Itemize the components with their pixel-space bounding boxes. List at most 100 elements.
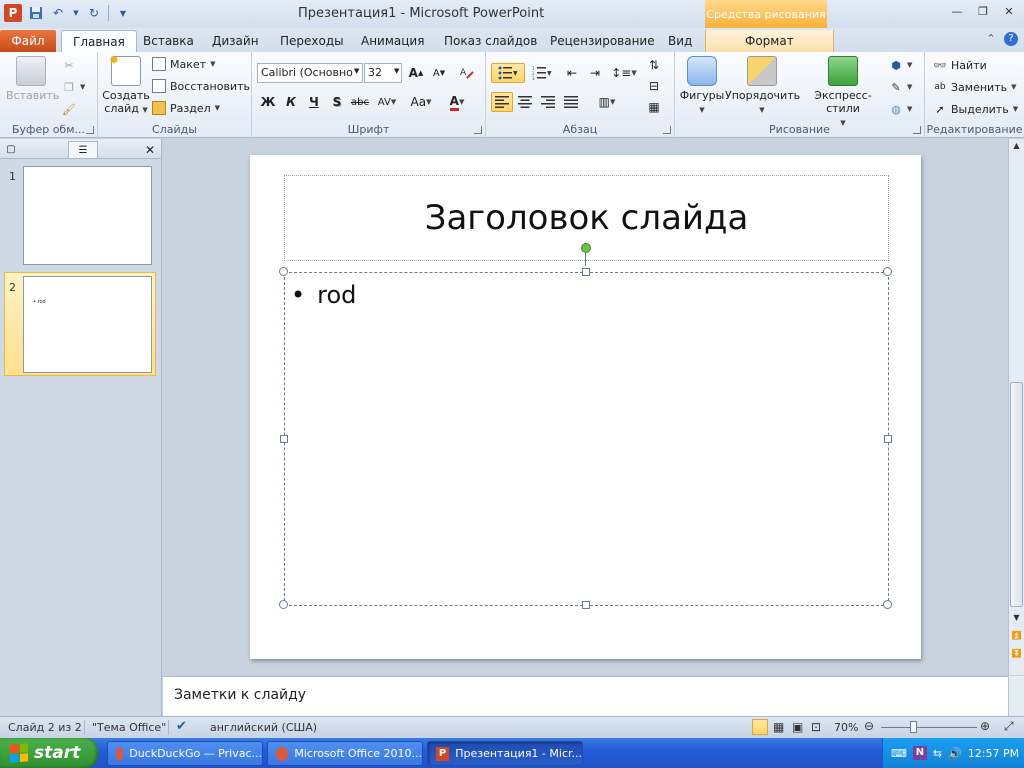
align-text-icon[interactable]: ⊟	[643, 76, 665, 96]
rotation-handle[interactable]	[581, 243, 591, 253]
replace-button[interactable]: ab Заменить ▼	[933, 78, 1016, 96]
resize-handle-bottom-right[interactable]	[883, 600, 892, 609]
copy-icon[interactable]: ❐ ▼	[62, 78, 85, 96]
tab-file[interactable]: Файл	[0, 30, 56, 52]
font-launcher-icon[interactable]	[474, 126, 482, 134]
font-name-dropdown-icon[interactable]: ▼	[354, 67, 359, 75]
save-icon[interactable]	[28, 5, 44, 21]
underline-button[interactable]: Ч	[303, 92, 325, 112]
keyboard-icon[interactable]: ⌨	[891, 747, 907, 760]
resize-handle-top-right[interactable]	[883, 267, 892, 276]
notes-pane[interactable]: Заметки к слайду	[163, 676, 1008, 716]
slide-thumbnail-1[interactable]	[23, 166, 152, 265]
tab-insert[interactable]: Вставка	[143, 30, 194, 52]
slide-title[interactable]: Заголовок слайда	[425, 198, 749, 238]
select-button[interactable]: ➚ Выделить ▼	[933, 100, 1018, 118]
slide-sorter-icon[interactable]: ▦	[773, 720, 784, 734]
change-case-button[interactable]: Aa ▼	[410, 92, 432, 112]
new-slide-button[interactable]: ✸ Создать слайд ▼	[102, 54, 150, 117]
shapes-button[interactable]: Фигуры ▼	[679, 56, 725, 117]
zoom-level[interactable]: 70%	[834, 721, 858, 734]
close-icon[interactable]: ✕	[1002, 5, 1016, 19]
columns-icon[interactable]: ▥ ▼	[592, 92, 622, 112]
minimize-icon[interactable]: —	[950, 5, 964, 19]
clear-formatting-icon[interactable]: A	[456, 63, 478, 83]
zoom-slider[interactable]	[881, 727, 977, 728]
section-button[interactable]: Раздел ▼	[152, 99, 220, 117]
taskbar-button-browser[interactable]: DuckDuckGo — Privac...	[107, 741, 263, 766]
grow-font-button[interactable]: A ▲	[405, 63, 427, 83]
network-icon[interactable]: ⇆	[933, 747, 942, 760]
scroll-down-icon[interactable]: ▼	[1009, 611, 1024, 625]
scrollbar-thumb[interactable]	[1010, 382, 1023, 607]
slideshow-view-icon[interactable]: ⊡	[811, 720, 821, 734]
shrink-font-button[interactable]: A ▼	[428, 63, 450, 83]
paragraph-launcher-icon[interactable]	[663, 126, 671, 134]
shape-effects-icon[interactable]: ◍ ▼	[889, 100, 912, 118]
shadow-button[interactable]: S	[326, 92, 348, 112]
decrease-indent-icon[interactable]: ⇤	[561, 63, 583, 83]
align-left-icon[interactable]	[491, 92, 513, 112]
find-button[interactable]: 👓 Найти	[933, 56, 987, 74]
powerpoint-icon[interactable]: P	[4, 4, 22, 22]
italic-button[interactable]: К	[280, 92, 302, 112]
clipboard-launcher-icon[interactable]	[86, 126, 94, 134]
resize-handle-top[interactable]	[582, 268, 590, 276]
normal-view-icon[interactable]	[752, 719, 768, 735]
language-status[interactable]: английский (США)	[210, 721, 317, 734]
notes-placeholder[interactable]: Заметки к слайду	[174, 687, 306, 703]
reading-view-icon[interactable]: ▣	[792, 720, 803, 734]
bullet-item[interactable]: • rod	[291, 281, 356, 309]
fit-to-window-icon[interactable]: ⤢	[1004, 719, 1014, 734]
resize-handle-right[interactable]	[884, 435, 892, 443]
strikethrough-button[interactable]: abc	[349, 92, 371, 112]
shape-outline-icon[interactable]: ✎ ▼	[889, 78, 912, 96]
shape-fill-icon[interactable]: ⬢ ▼	[889, 56, 912, 74]
close-panel-icon[interactable]: ✕	[142, 141, 158, 158]
tab-design[interactable]: Дизайн	[212, 30, 259, 52]
start-button[interactable]: start	[0, 738, 98, 768]
outline-tab-icon[interactable]: ☰	[68, 141, 98, 158]
bullets-button[interactable]: ▼	[491, 63, 525, 83]
collapse-ribbon-icon[interactable]: ⌃	[984, 32, 998, 46]
layout-button[interactable]: Макет ▼	[152, 55, 215, 73]
notes-scrollbar[interactable]	[1008, 676, 1024, 716]
redo-icon[interactable]: ↻	[86, 5, 102, 21]
content-placeholder[interactable]: • rod	[284, 272, 889, 606]
taskbar-button-powerpoint[interactable]: P Презентация1 - Micr...	[427, 741, 583, 766]
tab-review[interactable]: Рецензирование	[550, 30, 655, 52]
numbering-icon[interactable]: 1 2 3 ▼	[527, 63, 557, 83]
text-direction-icon[interactable]: ⇅	[643, 55, 665, 75]
help-icon[interactable]: ?	[1004, 32, 1018, 46]
convert-to-smartart-icon[interactable]: ▦	[643, 97, 665, 117]
next-slide-icon[interactable]: ⏬	[1009, 647, 1024, 661]
bold-button[interactable]: Ж	[257, 92, 279, 112]
volume-icon[interactable]: 🔊	[948, 747, 962, 760]
customize-qat-icon[interactable]: ▼	[115, 5, 131, 21]
increase-indent-icon[interactable]: ⇥	[584, 63, 606, 83]
tab-view[interactable]: Вид	[668, 30, 692, 52]
justify-icon[interactable]	[560, 92, 582, 112]
taskbar-button-office[interactable]: Microsoft Office 2010...	[267, 741, 423, 766]
font-color-button[interactable]: A ▼	[446, 92, 468, 112]
zoom-out-icon[interactable]: ⊖	[864, 719, 874, 733]
reset-button[interactable]: Восстановить	[152, 77, 250, 95]
character-spacing-button[interactable]: AV ▼	[376, 92, 398, 112]
quick-styles-button[interactable]: Экспресс-стили ▼	[801, 56, 885, 130]
drawing-launcher-icon[interactable]	[913, 126, 921, 134]
tab-format[interactable]: Формат	[705, 30, 834, 52]
zoom-slider-knob[interactable]	[910, 721, 917, 733]
onenote-icon[interactable]: N	[912, 746, 927, 760]
align-right-icon[interactable]	[537, 92, 559, 112]
resize-handle-left[interactable]	[280, 435, 288, 443]
slides-tab-icon[interactable]: ▢	[4, 141, 18, 158]
spelling-check-icon[interactable]: ✔	[176, 719, 187, 734]
cut-icon[interactable]: ✂	[62, 56, 76, 74]
zoom-in-icon[interactable]: ⊕	[980, 719, 990, 733]
font-size-dropdown-icon[interactable]: ▼	[394, 67, 399, 75]
tab-animation[interactable]: Анимация	[361, 30, 424, 52]
tab-slideshow[interactable]: Показ слайдов	[444, 30, 537, 52]
format-painter-icon[interactable]: 🖌	[62, 100, 76, 118]
scroll-up-icon[interactable]: ▲	[1009, 139, 1024, 153]
previous-slide-icon[interactable]: ⏫	[1009, 629, 1024, 643]
